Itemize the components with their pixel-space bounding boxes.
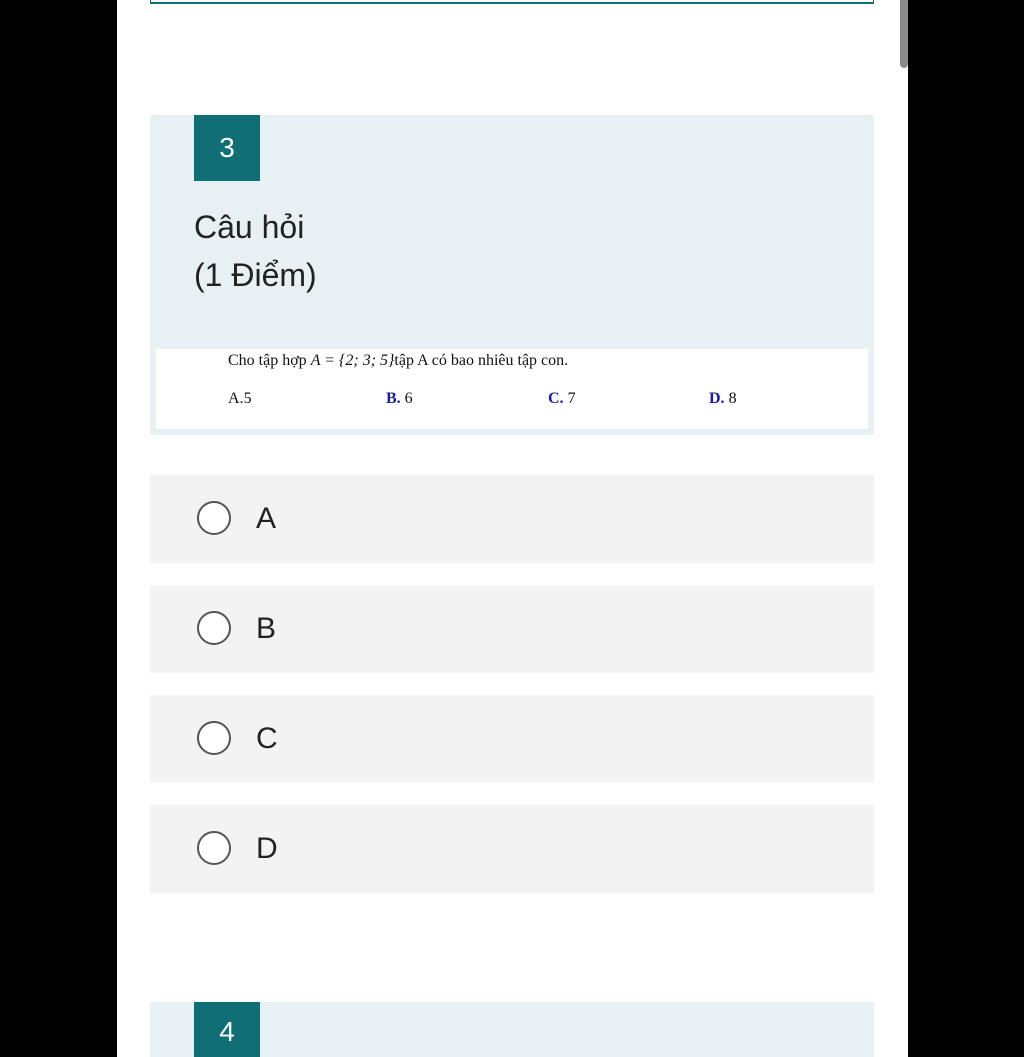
- radio-button[interactable]: [197, 501, 231, 535]
- question-number-badge: 4: [194, 1002, 260, 1057]
- image-option-a: A.5: [228, 387, 252, 411]
- question-text-prefix: Cho tập hợp: [228, 352, 311, 369]
- image-option-letter: B.: [386, 390, 401, 407]
- image-option-value: 8: [724, 390, 737, 407]
- question-title: Câu hỏi: [194, 209, 305, 245]
- image-option-value: 5: [243, 390, 252, 407]
- question-card: 3 Câu hỏi (1 Điểm) Cho tập hợp A = {2; 3…: [150, 115, 874, 435]
- question-math: A = {2; 3; 5}: [310, 352, 395, 369]
- next-question-card: 4: [150, 1002, 874, 1057]
- image-option-b: B. 6: [386, 387, 413, 411]
- image-option-value: 7: [563, 390, 576, 407]
- previous-card-border: [150, 0, 874, 4]
- answer-label: D: [256, 832, 278, 865]
- image-option-letter: D.: [709, 390, 725, 407]
- image-option-value: 6: [400, 390, 413, 407]
- answer-option-d[interactable]: D: [150, 805, 874, 893]
- image-option-d: D. 8: [709, 387, 737, 411]
- image-option-letter: C.: [548, 390, 564, 407]
- answer-option-a[interactable]: A: [150, 475, 874, 563]
- question-image: Cho tập hợp A = {2; 3; 5}tập A có bao nh…: [156, 349, 868, 429]
- form-page: 3 Câu hỏi (1 Điểm) Cho tập hợp A = {2; 3…: [117, 0, 908, 1057]
- answer-option-b[interactable]: B: [150, 585, 874, 673]
- question-text: Cho tập hợp A = {2; 3; 5}tập A có bao nh…: [228, 349, 568, 373]
- image-option-letter: A.: [228, 390, 244, 407]
- question-number-badge: 3: [194, 115, 260, 181]
- radio-button[interactable]: [197, 721, 231, 755]
- radio-button[interactable]: [197, 831, 231, 865]
- answer-label: B: [256, 612, 277, 645]
- radio-button[interactable]: [197, 611, 231, 645]
- question-points: (1 Điểm): [194, 257, 317, 293]
- answer-label: A: [256, 502, 277, 535]
- image-option-c: C. 7: [548, 387, 576, 411]
- answer-option-c[interactable]: C: [150, 695, 874, 783]
- answer-label: C: [256, 722, 278, 755]
- question-text-suffix: tập A có bao nhiêu tập con.: [394, 352, 569, 369]
- scrollbar[interactable]: [900, 0, 908, 68]
